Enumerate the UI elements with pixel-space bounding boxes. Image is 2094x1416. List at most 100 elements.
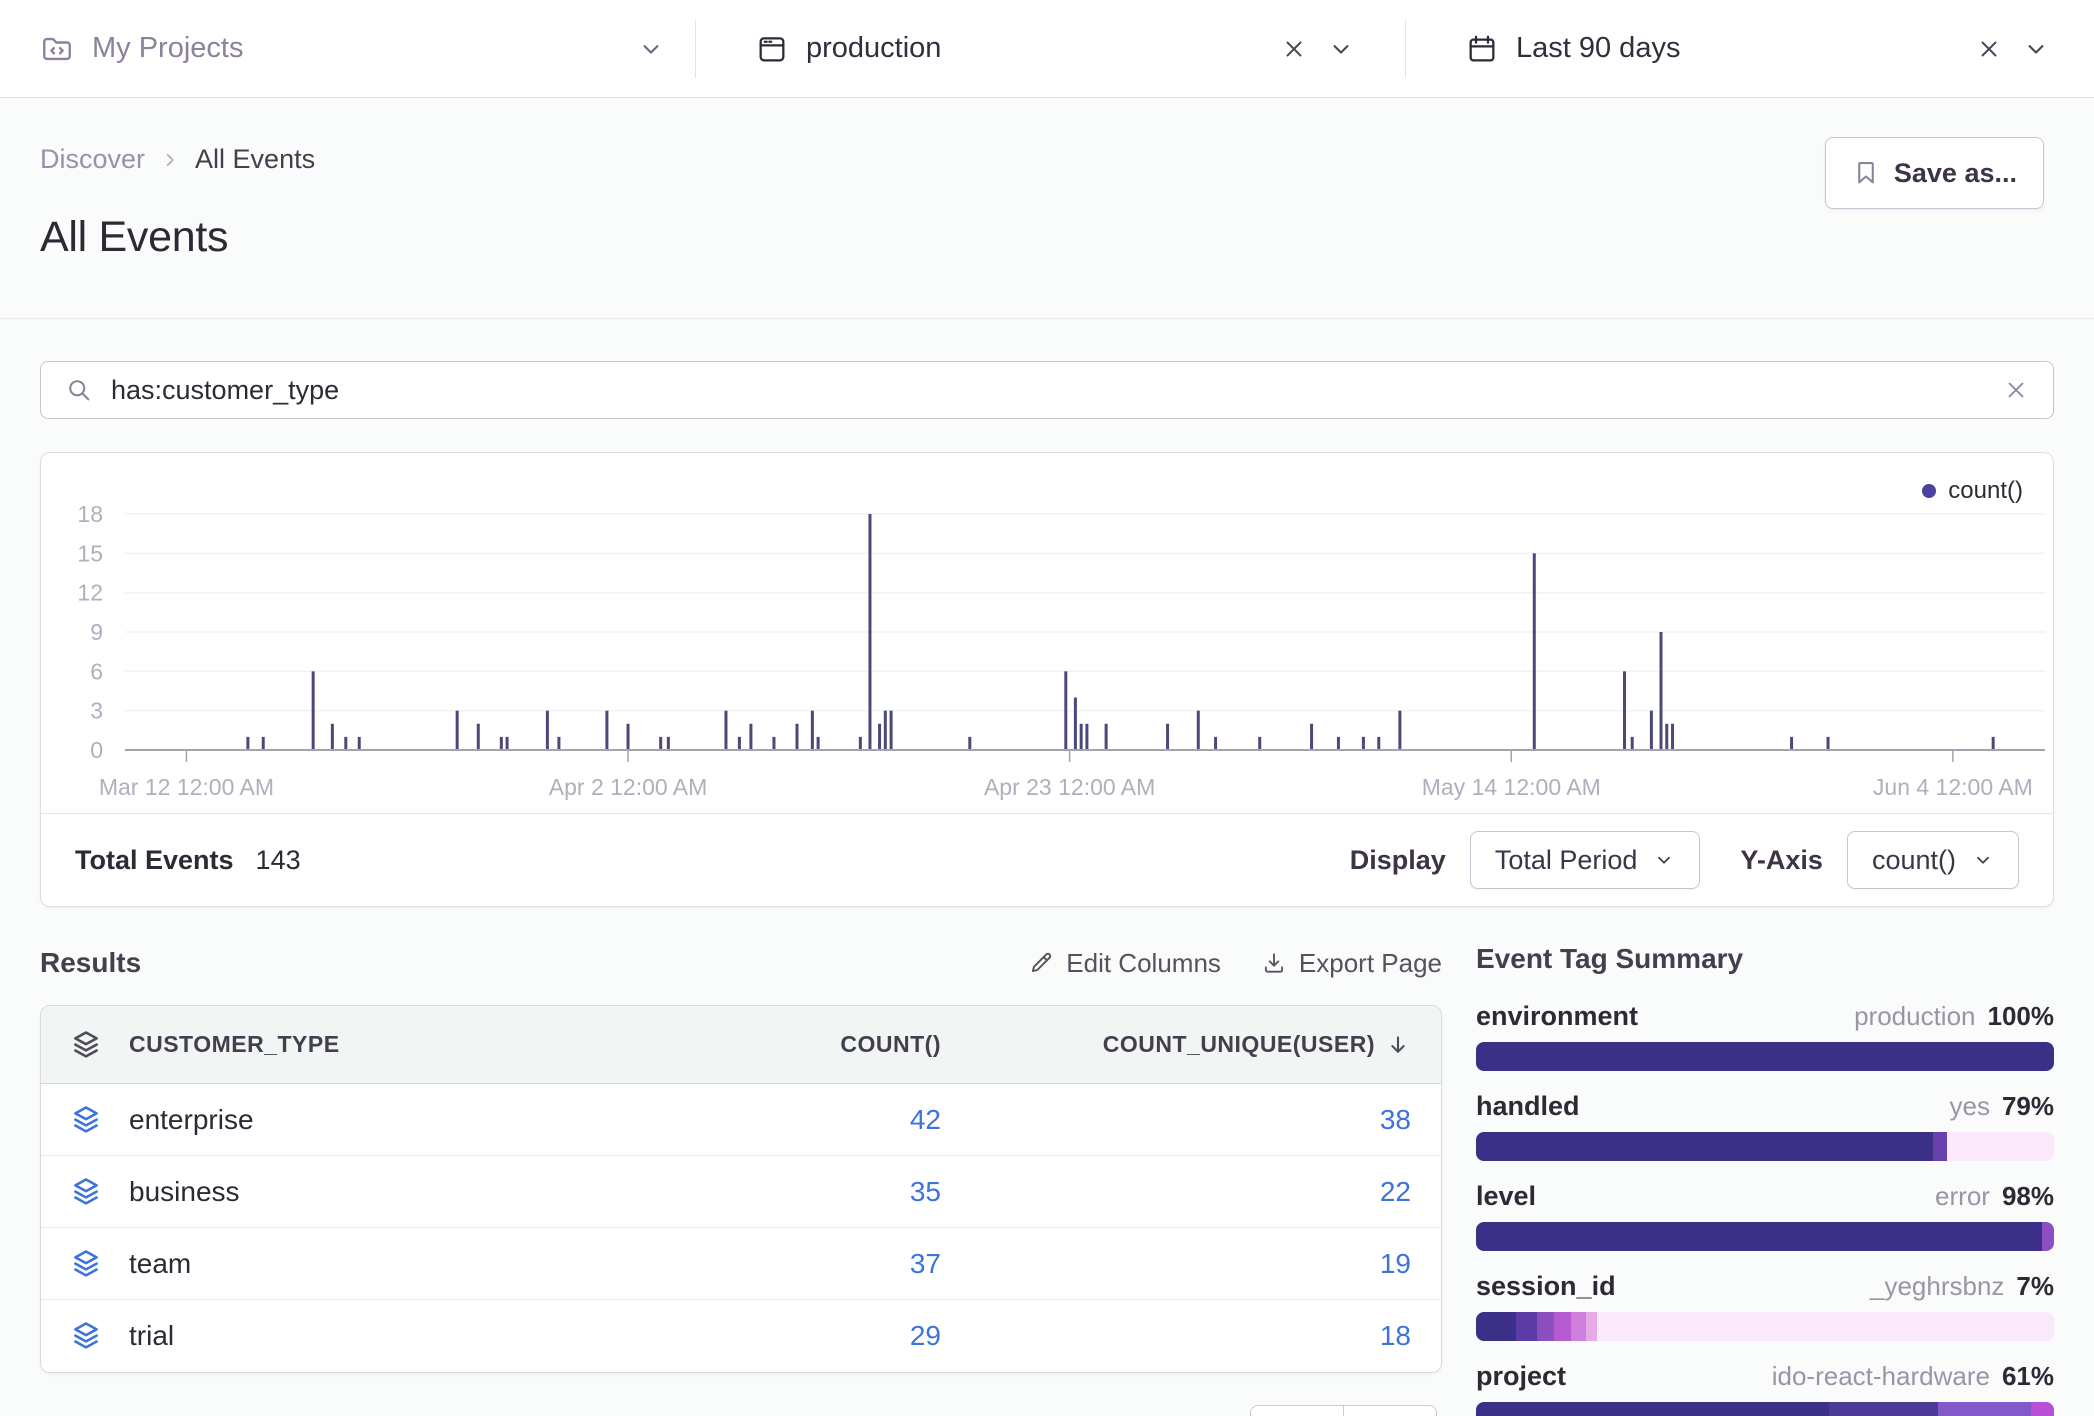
pagination-next-button[interactable] [1343,1405,1437,1416]
tag-row: handled yes 79% [1476,1091,2054,1161]
search-icon [65,376,93,404]
legend-dot-icon [1922,484,1936,498]
chevron-down-icon[interactable] [1327,35,1355,63]
main-content: count() 0369121518Mar 12 12:00 AMApr 2 1… [0,319,2094,1416]
search-bar [40,361,2054,419]
chevron-down-icon[interactable] [2022,35,2050,63]
display-label: Display [1350,845,1446,876]
tag-row: session_id _yeghrsbnz 7% [1476,1271,2054,1341]
page-header: Discover All Events Save as... All Event… [0,98,2094,319]
tag-bar-segment [1586,1312,1598,1341]
environment-selector[interactable]: production [695,20,1405,78]
svg-text:15: 15 [77,540,103,566]
environment-label: production [806,32,941,65]
svg-text:Apr 2 12:00 AM: Apr 2 12:00 AM [549,774,708,800]
stack-icon [69,1319,103,1353]
event-tag-summary: Event Tag Summary environment production… [1476,943,2054,1416]
svg-text:0: 0 [90,737,103,763]
tag-bar-segment [1476,1132,1933,1161]
global-filter-bar: My Projects production Last 90 da [0,0,2094,98]
count-link[interactable]: 37 [910,1248,941,1280]
chevron-down-icon [1972,849,1994,871]
export-page-label: Export Page [1299,948,1442,979]
svg-text:Mar 12 12:00 AM: Mar 12 12:00 AM [99,774,274,800]
count-unique-link[interactable]: 38 [1380,1104,1411,1136]
tag-bar-segment [1571,1312,1585,1341]
tag-percent: 7% [2016,1271,2054,1302]
svg-text:3: 3 [90,698,103,724]
tag-name: project [1476,1361,1566,1392]
tag-distribution-bar[interactable] [1476,1222,2054,1251]
tag-distribution-bar[interactable] [1476,1312,2054,1341]
tag-bar-segment [1476,1402,1829,1416]
environment-icon [756,33,788,65]
chart-canvas: 0369121518Mar 12 12:00 AMApr 2 12:00 AMA… [41,453,2059,813]
clear-date-range-icon[interactable] [1976,36,2002,62]
svg-text:12: 12 [77,580,103,606]
tag-bar-segment [2042,1222,2054,1251]
table-header-row: CUSTOMER_TYPE COUNT() COUNT_UNIQUE(USER) [41,1006,1441,1084]
breadcrumb-discover[interactable]: Discover [40,144,145,175]
pencil-icon [1028,950,1054,976]
svg-text:Jun 4 12:00 AM: Jun 4 12:00 AM [1873,774,2033,800]
events-chart-card: count() 0369121518Mar 12 12:00 AMApr 2 1… [40,452,2054,907]
tag-distribution-bar[interactable] [1476,1132,2054,1161]
date-range-selector[interactable]: Last 90 days [1405,20,2050,78]
svg-text:May 14 12:00 AM: May 14 12:00 AM [1422,774,1601,800]
count-link[interactable]: 29 [910,1320,941,1352]
table-row: business 35 22 [41,1156,1441,1228]
tag-row: project ido-react-hardware 61% [1476,1361,2054,1416]
tag-top-value: error [1935,1181,1990,1212]
stack-icon [69,1103,103,1137]
clear-search-icon[interactable] [2003,377,2029,403]
table-row: trial 29 18 [41,1300,1441,1372]
svg-text:Apr 23 12:00 AM: Apr 23 12:00 AM [984,774,1155,800]
tag-distribution-bar[interactable] [1476,1402,2054,1416]
column-label: COUNT() [840,1031,941,1058]
results-heading: Results [40,947,141,979]
tag-row: environment production 100% [1476,1001,2054,1071]
count-link[interactable]: 42 [910,1104,941,1136]
breadcrumb-current: All Events [195,144,315,175]
chart-legend[interactable]: count() [1922,477,2023,505]
tag-bar-segment [2031,1402,2054,1416]
stack-icon [69,1247,103,1281]
edit-columns-button[interactable]: Edit Columns [1028,948,1221,979]
customer-type-cell: business [129,1176,240,1208]
column-count-unique-user[interactable]: COUNT_UNIQUE(USER) [941,1031,1411,1058]
svg-text:6: 6 [90,658,103,684]
yaxis-dropdown-value: count() [1872,845,1956,876]
tag-percent: 98% [2002,1181,2054,1212]
column-count[interactable]: COUNT() [601,1031,941,1058]
yaxis-dropdown[interactable]: count() [1847,831,2019,889]
tag-name: handled [1476,1091,1580,1122]
svg-text:18: 18 [77,501,103,527]
chevron-down-icon[interactable] [637,35,665,63]
tag-top-value: yes [1949,1091,1989,1122]
count-link[interactable]: 35 [910,1176,941,1208]
stack-icon [69,1028,103,1062]
bookmark-icon [1852,159,1880,187]
save-as-button[interactable]: Save as... [1825,137,2044,209]
export-page-button[interactable]: Export Page [1261,948,1442,979]
legend-label: count() [1948,477,2023,505]
search-input[interactable] [111,375,1985,406]
total-events-label: Total Events [75,845,234,876]
count-unique-link[interactable]: 19 [1380,1248,1411,1280]
tag-top-value: production [1854,1001,1975,1032]
pagination [40,1405,1437,1416]
count-unique-link[interactable]: 18 [1380,1320,1411,1352]
column-customer-type[interactable]: CUSTOMER_TYPE [69,1028,601,1062]
tag-distribution-bar[interactable] [1476,1042,2054,1071]
count-unique-link[interactable]: 22 [1380,1176,1411,1208]
chart-footer: Total Events 143 Display Total Period Y-… [41,813,2053,906]
project-selector[interactable]: My Projects [40,20,695,78]
chevron-down-icon [1653,849,1675,871]
tag-bar-segment [1537,1312,1554,1341]
clear-environment-icon[interactable] [1281,36,1307,62]
display-dropdown[interactable]: Total Period [1470,831,1701,889]
results-table: CUSTOMER_TYPE COUNT() COUNT_UNIQUE(USER) [40,1005,1442,1373]
tag-name: session_id [1476,1271,1616,1302]
tag-percent: 100% [1988,1001,2055,1032]
pagination-previous-button[interactable] [1250,1405,1344,1416]
